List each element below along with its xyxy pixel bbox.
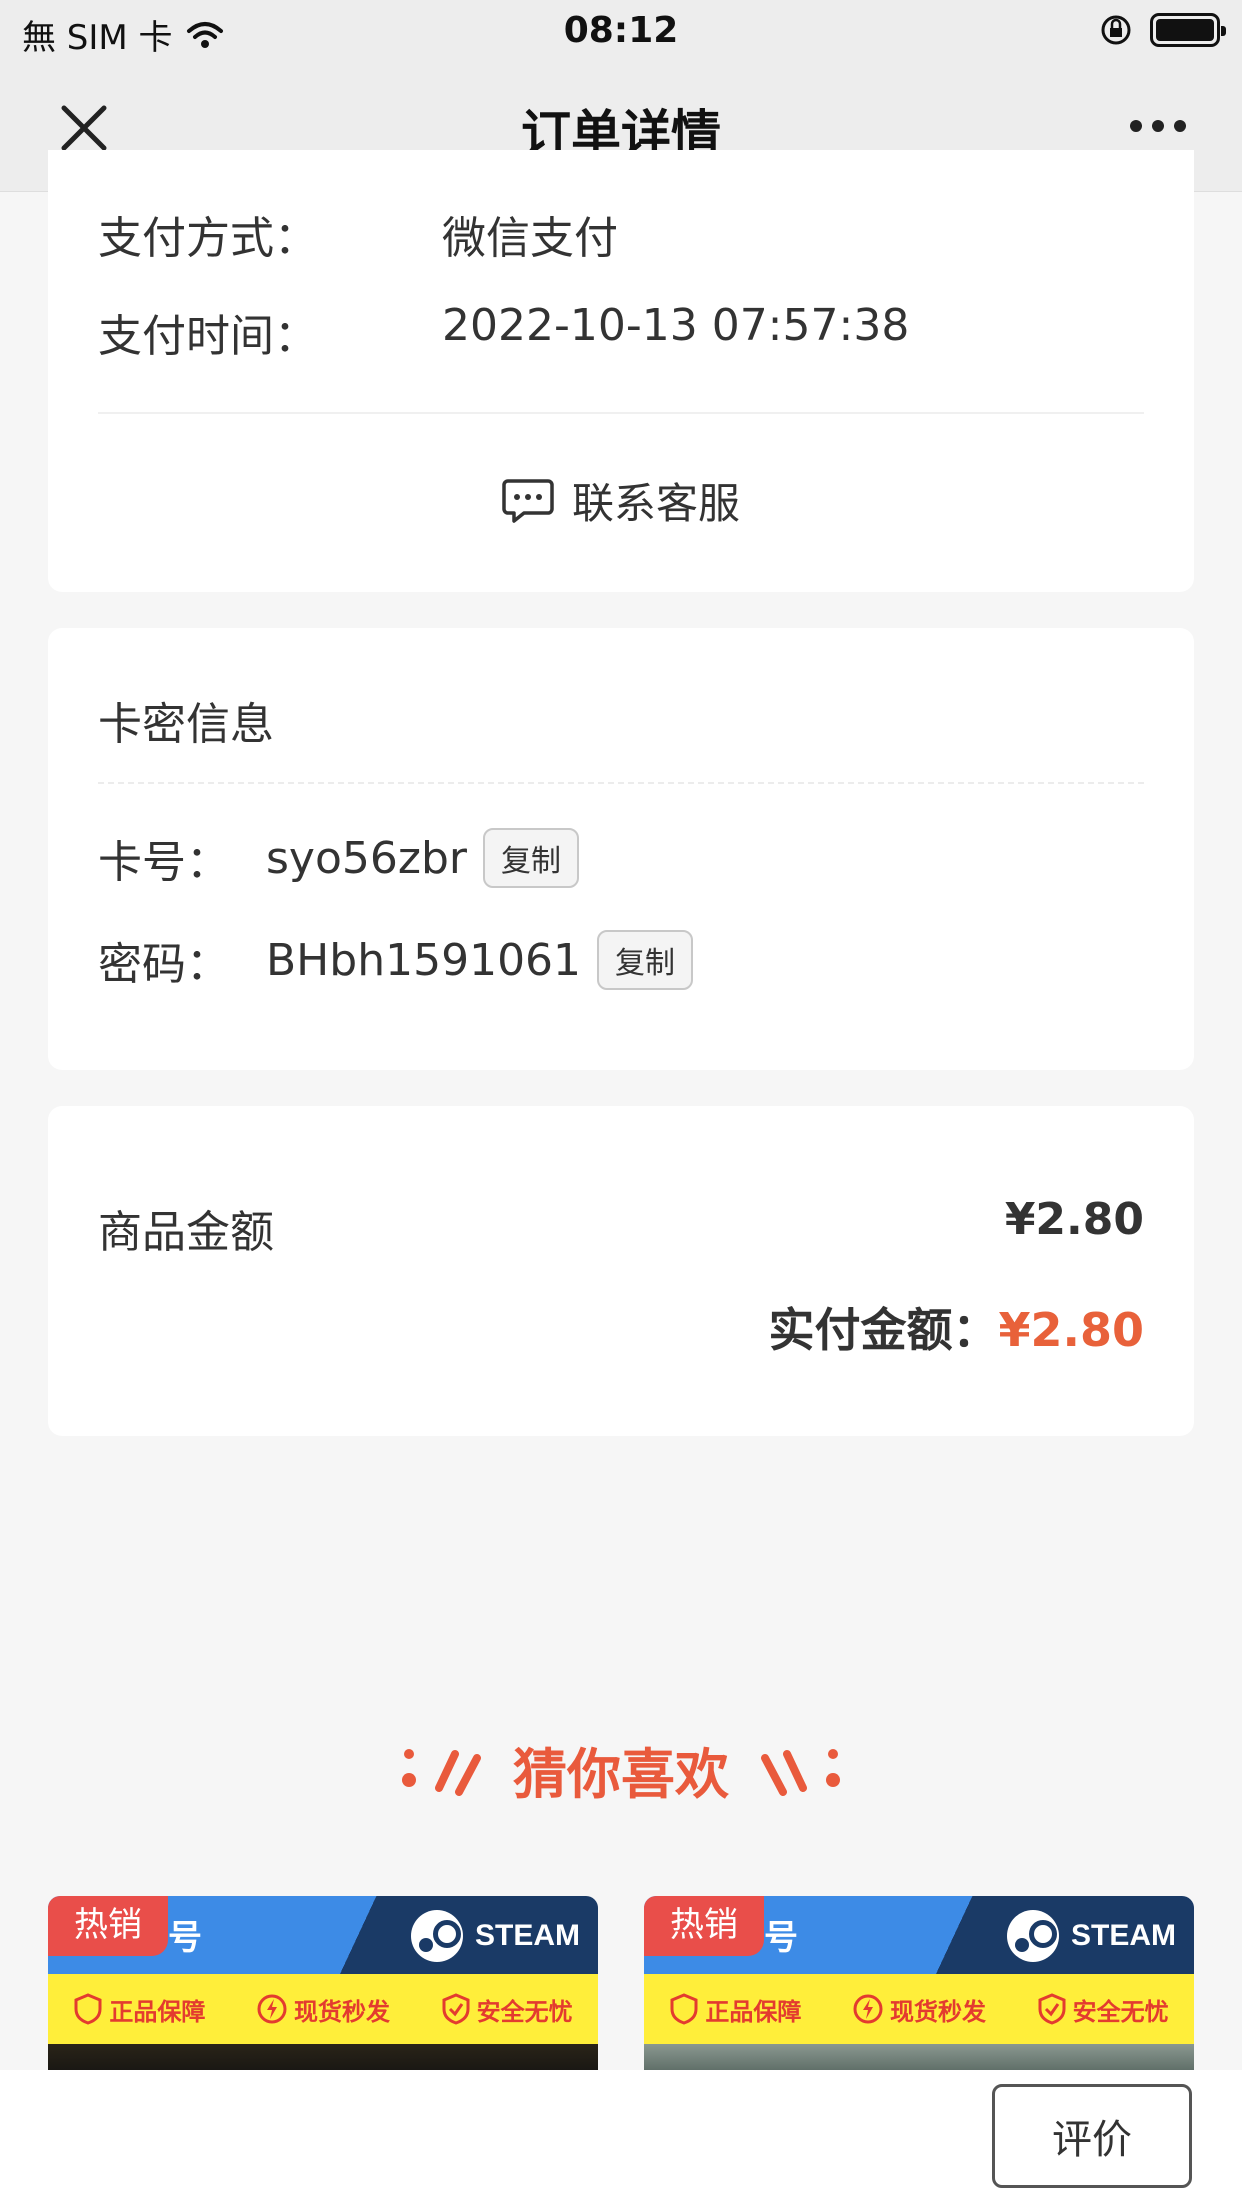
steam-label: STEAM xyxy=(475,1919,580,1952)
card-number-label: 卡号： xyxy=(98,837,230,888)
contact-service-label: 联系客服 xyxy=(571,479,740,528)
payment-time-row: 支付时间： 2022-10-13 07:57:38 xyxy=(98,300,909,364)
divider xyxy=(98,412,1144,414)
rotation-lock-icon xyxy=(1101,15,1131,45)
hot-tag: 热销 xyxy=(48,1896,168,1956)
feature-item: 安全无忧 xyxy=(1037,1992,1169,2027)
shield-icon xyxy=(74,1993,102,2025)
battery-icon xyxy=(1150,13,1226,47)
amount-card: 商品金额 ¥2.80 实付金额： ¥2.80 xyxy=(48,1106,1194,1436)
steam-label: STEAM xyxy=(1071,1919,1176,1952)
lightning-icon xyxy=(853,1994,883,2024)
steam-logo-icon xyxy=(411,1910,463,1962)
feature-item: 安全无忧 xyxy=(441,1992,573,2027)
feature-strip: 正品保障 现货秒发 安全无忧 xyxy=(644,1974,1194,2044)
product-title-fragment: 号 xyxy=(168,1918,202,1958)
copy-password-button[interactable]: 复制 xyxy=(597,930,694,990)
feature-strip: 正品保障 现货秒发 安全无忧 xyxy=(48,1974,598,2044)
feature-item: 现货秒发 xyxy=(852,1992,986,2027)
password-row: 密码： BHbh1591061 复制 xyxy=(98,928,694,992)
decor-right-icon xyxy=(761,1748,840,1796)
review-button[interactable]: 评价 xyxy=(992,2084,1192,2188)
card-number-value: syo56zbr xyxy=(266,832,467,884)
password-value: BHbh1591061 xyxy=(266,934,582,986)
payment-card: 支付方式： 微信支付 支付时间： 2022-10-13 07:57:38 联系客… xyxy=(48,150,1194,592)
shield-check-icon xyxy=(1038,1993,1066,2025)
feature-item: 现货秒发 xyxy=(256,1992,390,2027)
recommend-heading: 猜你喜欢 xyxy=(0,1730,1242,1809)
feature-item: 正品保障 xyxy=(669,1992,801,2027)
product-title-fragment: 号 xyxy=(764,1918,798,1958)
feature-item: 正品保障 xyxy=(73,1992,205,2027)
payment-method-label: 支付方式： xyxy=(98,213,318,264)
payment-time-value: 2022-10-13 07:57:38 xyxy=(442,300,910,351)
goods-amount-value: ¥2.80 xyxy=(1004,1194,1144,1245)
hot-tag: 热销 xyxy=(644,1896,764,1956)
status-bar: 無 SIM 卡 08:12 xyxy=(0,0,1242,62)
decor-left-icon xyxy=(402,1748,481,1796)
steam-logo-icon xyxy=(1007,1910,1059,1962)
chat-icon xyxy=(502,478,554,523)
contact-service-button[interactable]: 联系客服 xyxy=(48,470,1194,531)
status-right xyxy=(1098,12,1226,48)
steam-brand: STEAM xyxy=(411,1910,580,1962)
steam-brand: STEAM xyxy=(1007,1910,1176,1962)
product-card[interactable]: 号 STEAM 热销 正品保障 现货秒发 安全无忧 xyxy=(644,1896,1194,2076)
shield-icon xyxy=(670,1993,698,2025)
status-time: 08:12 xyxy=(563,10,679,51)
payment-method-value: 微信支付 xyxy=(442,213,618,264)
lightning-icon xyxy=(257,1994,287,2024)
shield-check-icon xyxy=(442,1993,470,2025)
paid-amount-value: ¥2.80 xyxy=(998,1303,1144,1357)
product-card[interactable]: 号 STEAM 热销 正品保障 现货秒发 安全无忧 xyxy=(48,1896,598,2076)
card-number-row: 卡号： syo56zbr 复制 xyxy=(98,826,579,890)
payment-time-label: 支付时间： xyxy=(98,311,318,362)
password-label: 密码： xyxy=(98,939,230,990)
payment-method-row: 支付方式： 微信支付 xyxy=(98,202,618,266)
bottom-bar: 评价 xyxy=(0,2070,1242,2208)
copy-card-number-button[interactable]: 复制 xyxy=(483,828,579,888)
more-icon[interactable] xyxy=(1130,120,1186,132)
card-secret-title: 卡密信息 xyxy=(98,699,274,750)
dashed-divider xyxy=(98,782,1144,784)
paid-amount-label: 实付金额： xyxy=(768,1303,999,1357)
recommend-title: 猜你喜欢 xyxy=(513,1743,729,1806)
goods-amount-label: 商品金额 xyxy=(98,1207,274,1258)
card-secret-card: 卡密信息 卡号： syo56zbr 复制 密码： BHbh1591061 复制 xyxy=(48,628,1194,1070)
paid-amount-row: 实付金额： ¥2.80 xyxy=(768,1294,1144,1360)
